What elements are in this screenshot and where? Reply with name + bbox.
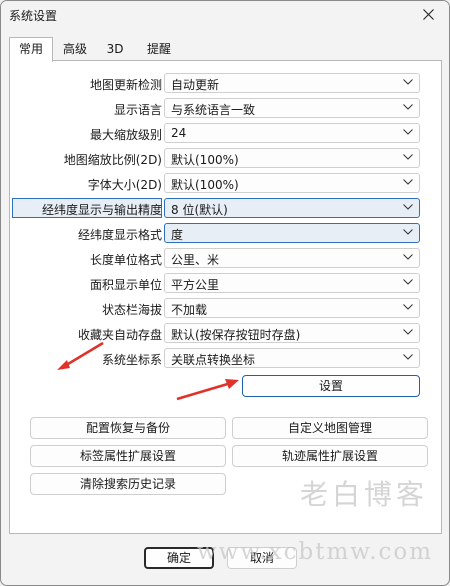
chevron-down-icon — [403, 354, 413, 360]
chevron-down-icon — [403, 154, 413, 160]
annotation-arrow-right — [176, 379, 239, 401]
tab-common[interactable]: 常用 — [9, 37, 53, 62]
font-size-select[interactable]: 默认(100%) — [164, 173, 420, 193]
setting-row-max-zoom: 最大缩放级别 24 — [10, 123, 441, 145]
select-value: 默认(100%) — [171, 153, 239, 167]
setting-label: 经纬度显示格式 — [77, 228, 162, 242]
select-value: 24 — [171, 126, 187, 140]
chevron-down-icon — [403, 129, 413, 135]
chevron-down-icon — [403, 229, 413, 235]
language-select[interactable]: 与系统语言一致 — [164, 98, 420, 118]
select-value: 自动更新 — [171, 78, 220, 92]
annotation-arrow-left — [57, 341, 104, 370]
coord-format-select[interactable]: 度 — [164, 223, 420, 243]
setting-label: 最大缩放级别 — [89, 128, 162, 142]
select-value: 公里、米 — [171, 253, 220, 267]
area-unit-select[interactable]: 平方公里 — [164, 273, 420, 293]
setting-row-map-update: 地图更新检测 自动更新 — [10, 73, 441, 95]
coord-precision-select[interactable]: 8 位(默认) — [164, 198, 420, 218]
setting-row-map-scale: 地图缩放比例(2D) 默认(100%) — [10, 148, 441, 170]
clear-search-button[interactable]: 清除搜索历史记录 — [30, 473, 226, 495]
watermark-text: 老白博客 — [300, 478, 429, 511]
tab-reminder[interactable]: 提醒 — [139, 39, 179, 59]
chevron-down-icon — [403, 304, 413, 310]
select-value: 平方公里 — [171, 278, 220, 292]
setting-label: 经纬度显示与输出精度 — [41, 203, 162, 217]
map-update-select[interactable]: 自动更新 — [164, 73, 420, 93]
label-attr-button[interactable]: 标签属性扩展设置 — [30, 445, 226, 467]
select-value: 默认(按保存按钮时存盘) — [171, 328, 301, 342]
status-altitude-select[interactable]: 不加载 — [164, 298, 420, 318]
setting-row-coord-precision: 经纬度显示与输出精度 8 位(默认) — [10, 198, 441, 220]
select-value: 默认(100%) — [171, 178, 239, 192]
map-scale-select[interactable]: 默认(100%) — [164, 148, 420, 168]
tab-advanced[interactable]: 高级 — [53, 39, 97, 59]
setting-row-coord-format: 经纬度显示格式 度 — [10, 223, 441, 245]
setting-label: 状态栏海拔 — [101, 303, 162, 317]
select-value: 与系统语言一致 — [171, 103, 256, 117]
chevron-down-icon — [403, 254, 413, 260]
title-bar: 系统设置 — [1, 1, 449, 29]
settings-dialog: 系统设置 常用 高级 3D 提醒 地图更新检测 自动更新 显示语言 与系统语言一… — [0, 0, 450, 586]
select-value: 8 位(默认) — [171, 203, 228, 217]
close-icon — [423, 9, 434, 20]
chevron-down-icon — [403, 279, 413, 285]
setting-label: 字体大小(2D) — [87, 178, 162, 192]
setting-label: 地图更新检测 — [89, 78, 162, 92]
setting-row-length-unit: 长度单位格式 公里、米 — [10, 248, 441, 270]
chevron-down-icon — [403, 329, 413, 335]
select-value: 不加载 — [171, 303, 208, 317]
setting-row-status-altitude: 状态栏海拔 不加载 — [10, 298, 441, 320]
setting-label: 地图缩放比例(2D) — [63, 153, 162, 167]
select-value: 度 — [171, 228, 184, 242]
max-zoom-select[interactable]: 24 — [164, 123, 420, 143]
setting-row-language: 显示语言 与系统语言一致 — [10, 98, 441, 120]
window-title: 系统设置 — [9, 9, 58, 23]
common-settings-panel: 地图更新检测 自动更新 显示语言 与系统语言一致 最大缩放级别 24 地图缩放比… — [9, 60, 442, 534]
select-value: 关联点转换坐标 — [171, 353, 256, 367]
chevron-down-icon — [403, 179, 413, 185]
setting-row-area-unit: 面积显示单位 平方公里 — [10, 273, 441, 295]
chevron-down-icon — [403, 204, 413, 210]
setting-label: 长度单位格式 — [89, 253, 162, 267]
watermark-url: www.xcbtmw.com — [197, 539, 434, 565]
coord-system-select[interactable]: 关联点转换坐标 — [164, 348, 420, 368]
chevron-down-icon — [403, 79, 413, 85]
config-restore-button[interactable]: 配置恢复与备份 — [30, 417, 226, 439]
setting-label: 面积显示单位 — [89, 278, 162, 292]
custom-map-button[interactable]: 自定义地图管理 — [232, 417, 428, 439]
tab-3d[interactable]: 3D — [97, 39, 133, 59]
chevron-down-icon — [403, 104, 413, 110]
setting-row-font-size: 字体大小(2D) 默认(100%) — [10, 173, 441, 195]
length-unit-select[interactable]: 公里、米 — [164, 248, 420, 268]
favorites-autosave-select[interactable]: 默认(按保存按钮时存盘) — [164, 323, 420, 343]
coord-settings-button[interactable]: 设置 — [242, 375, 420, 397]
track-attr-button[interactable]: 轨迹属性扩展设置 — [232, 445, 428, 467]
close-button[interactable] — [409, 1, 449, 29]
setting-label: 显示语言 — [113, 103, 162, 117]
